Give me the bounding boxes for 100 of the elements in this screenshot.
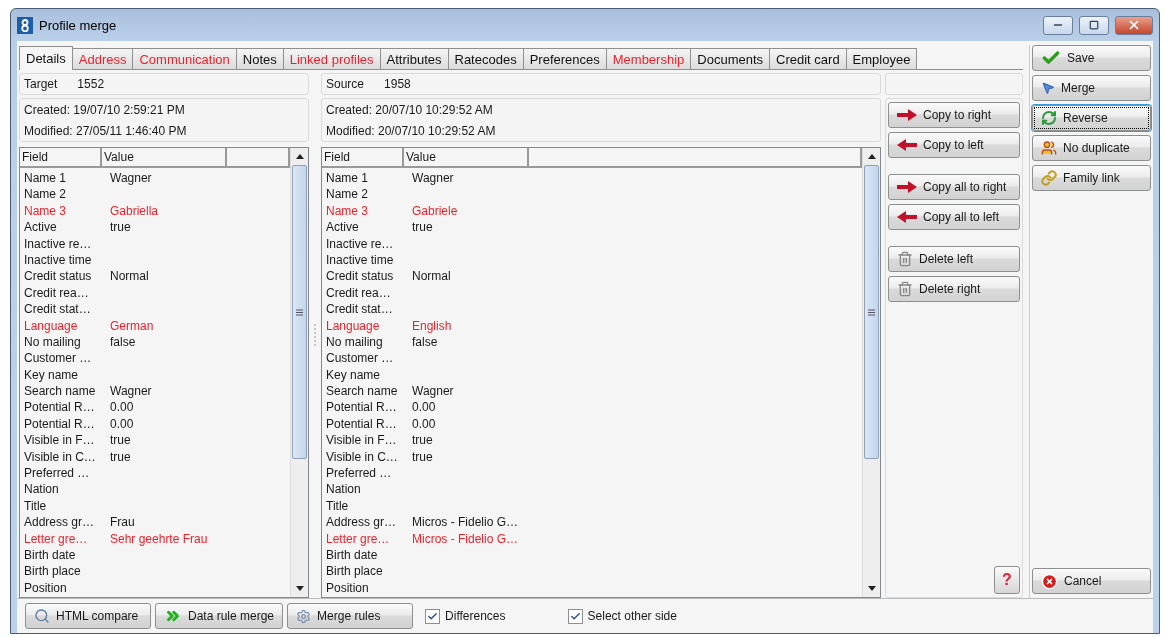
field-name: Active	[24, 219, 58, 236]
field-value: Wagner	[412, 170, 454, 187]
field-name: Birth date	[24, 547, 77, 564]
field-name: Preferred …	[24, 465, 91, 482]
cancel-button[interactable]: Cancel	[1032, 568, 1151, 594]
field-value: Wagner	[110, 170, 152, 187]
column-header[interactable]: Value	[102, 148, 227, 166]
gear-icon	[296, 608, 312, 624]
field-name: Search name	[326, 383, 399, 400]
target-id: 1552	[77, 77, 105, 91]
checkbox[interactable]: Differences	[425, 608, 506, 624]
action-button[interactable]: Copy all to left	[888, 204, 1020, 230]
field-name: Name 3	[24, 202, 68, 220]
field-value: Frau	[110, 514, 135, 531]
tab[interactable]: Credit card	[769, 48, 847, 69]
minimize-button[interactable]	[1043, 15, 1073, 35]
scrollbar[interactable]	[862, 148, 880, 597]
trash-icon	[897, 251, 913, 267]
tab[interactable]: Details	[19, 46, 73, 70]
refresh-icon	[1041, 110, 1057, 126]
arrow-left-icon	[897, 211, 917, 223]
field-value: false	[412, 333, 438, 351]
action-button[interactable]: Delete left	[888, 246, 1020, 272]
field-name: Credit stat…	[24, 301, 92, 318]
field-name: Key name	[326, 366, 382, 384]
pointer-icon	[1041, 81, 1055, 95]
toolbar-button[interactable]: Merge rules	[287, 603, 414, 629]
field-name: Name 1	[24, 170, 68, 187]
side-button[interactable]: Merge	[1032, 75, 1151, 101]
column-header[interactable]: Field	[20, 148, 102, 166]
field-value: English	[412, 317, 452, 334]
field-name: Letter gre…	[24, 530, 89, 547]
tab[interactable]: Documents	[690, 48, 771, 69]
close-icon	[1041, 572, 1058, 590]
field-value: German	[110, 317, 154, 334]
action-button[interactable]: Copy to left	[888, 132, 1020, 158]
scroll-thumb[interactable]	[864, 165, 879, 459]
field-name: Credit rea…	[326, 284, 392, 302]
modified-date: Modified: 27/05/11 1:46:40 PM	[24, 123, 188, 138]
tab[interactable]: Attributes	[379, 48, 449, 69]
field-name: Nation	[326, 481, 362, 498]
checkbox-box[interactable]	[567, 608, 583, 624]
field-name: Name 3	[326, 202, 370, 220]
arrow-left-icon	[897, 139, 917, 151]
action-button[interactable]: Delete right	[888, 276, 1020, 302]
field-value: Micros - Fidelio G…	[412, 514, 518, 531]
field-name: Name 1	[326, 170, 370, 187]
field-name: Key name	[24, 366, 80, 384]
field-name: Address gr…	[326, 514, 398, 531]
scrollbar[interactable]	[290, 148, 308, 597]
field-name: Potential R…	[326, 415, 398, 433]
field-name: Nation	[24, 481, 60, 498]
action-button[interactable]: Copy to right	[888, 102, 1020, 128]
source-id: 1958	[384, 77, 411, 91]
trash-icon	[897, 281, 913, 297]
field-name: Visible in F…	[24, 432, 96, 449]
checkbox-box[interactable]	[425, 608, 441, 624]
tab[interactable]: Notes	[235, 48, 284, 69]
side-button[interactable]: No duplicate	[1032, 135, 1151, 161]
field-name: Credit status	[24, 268, 93, 285]
field-value: true	[412, 448, 433, 466]
field-name: No mailing	[326, 333, 384, 351]
field-name: Inactive time	[326, 251, 395, 269]
side-button[interactable]: Reverse	[1032, 105, 1151, 131]
toolbar-button[interactable]: HTML compare	[25, 603, 151, 629]
field-value: true	[412, 219, 433, 236]
field-value: Normal	[412, 268, 451, 285]
field-name: Inactive time	[24, 251, 93, 269]
field-value: true	[412, 432, 433, 449]
checkbox[interactable]: Select other side	[567, 608, 677, 624]
side-button[interactable]: Save	[1032, 45, 1151, 71]
side-button[interactable]: Family link	[1032, 165, 1151, 191]
action-button[interactable]: Copy all to right	[888, 174, 1020, 200]
field-name: Credit status	[326, 268, 395, 285]
close-button[interactable]	[1115, 15, 1153, 35]
toolbar-button[interactable]: Data rule merge	[155, 603, 284, 629]
field-value: Gabriele	[412, 202, 458, 220]
maximize-icon	[1089, 20, 1099, 30]
field-value: true	[110, 448, 131, 466]
field-name: Birth place	[24, 563, 82, 580]
help-button[interactable]: ?	[994, 566, 1020, 594]
field-name: Credit rea…	[24, 284, 90, 302]
column-header[interactable]: Field	[322, 148, 404, 166]
source-label: Source	[326, 77, 365, 91]
tab[interactable]: Employee	[845, 48, 918, 69]
people-icon	[1041, 140, 1057, 156]
tab[interactable]: Ratecodes	[447, 48, 524, 69]
column-header[interactable]: Value	[404, 148, 529, 166]
field-name: Credit stat…	[326, 301, 394, 318]
field-name: Visible in F…	[326, 432, 398, 449]
field-value: 0.00	[110, 415, 134, 433]
maximize-button[interactable]	[1079, 15, 1109, 35]
tab[interactable]: Preferences	[522, 48, 607, 69]
field-name: Name 2	[326, 186, 370, 203]
arrow-right-icon	[897, 109, 917, 121]
field-name: Preferred …	[326, 465, 393, 482]
field-name: Customer …	[24, 350, 93, 367]
scroll-thumb[interactable]	[292, 165, 307, 459]
field-name: Inactive re…	[24, 235, 93, 252]
close-icon	[1127, 18, 1141, 32]
